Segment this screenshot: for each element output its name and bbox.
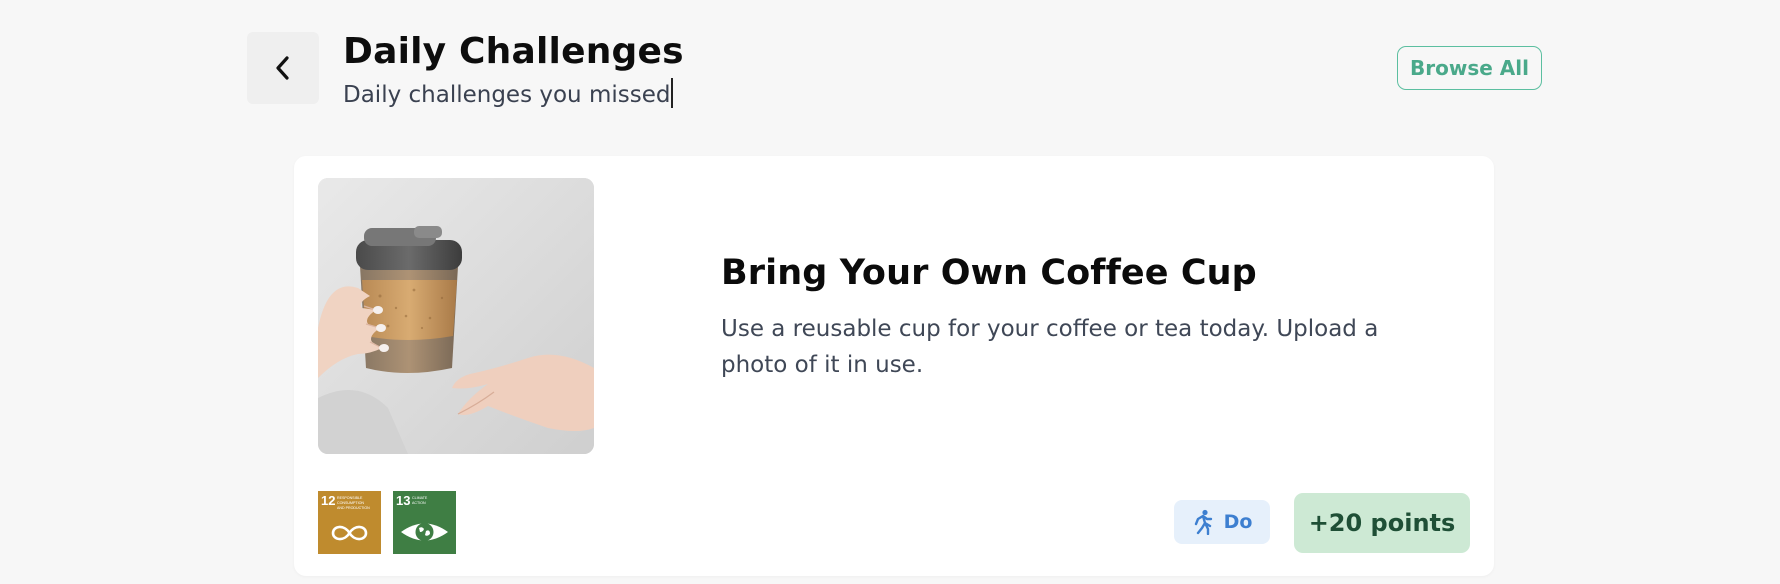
do-challenge-button[interactable]: Do xyxy=(1174,500,1270,544)
sdg-13-label-1: CLIMATE xyxy=(412,496,428,500)
sdg-12-label-3: AND PRODUCTION xyxy=(337,506,370,510)
coffee-cup-photo xyxy=(318,178,594,454)
challenge-card[interactable]: Bring Your Own Coffee Cup Use a reusable… xyxy=(294,156,1494,576)
back-button[interactable] xyxy=(247,32,319,104)
page-header: Daily Challenges Daily challenges you mi… xyxy=(247,30,1542,112)
do-label: Do xyxy=(1223,511,1253,533)
challenge-description: Use a reusable cup for your coffee or te… xyxy=(721,316,1379,378)
chevron-left-icon xyxy=(276,56,289,80)
sdg-12-number: 12 xyxy=(321,493,335,508)
page-title: Daily Challenges xyxy=(343,31,684,72)
page-subtitle: Daily challenges you missed xyxy=(343,82,671,108)
challenge-text: Bring Your Own Coffee Cup Use a reusable… xyxy=(721,251,1441,383)
browse-all-button[interactable]: Browse All xyxy=(1397,46,1542,90)
sdg-13-label-2: ACTION xyxy=(412,501,426,505)
sdg-13-number: 13 xyxy=(396,493,410,508)
page-subtitle-field[interactable]: Daily challenges you missed xyxy=(343,78,684,110)
challenge-image xyxy=(318,178,594,454)
text-cursor xyxy=(671,78,674,108)
sdg-12-badge: 12 RESPONSIBLE CONSUMPTION AND PRODUCTIO… xyxy=(318,491,381,554)
sdg-12-label-2: CONSUMPTION xyxy=(337,501,364,505)
title-block: Daily Challenges Daily challenges you mi… xyxy=(343,30,684,110)
sdg-12-label-1: RESPONSIBLE xyxy=(337,496,363,500)
challenge-title: Bring Your Own Coffee Cup xyxy=(721,253,1257,293)
points-badge: +20 points xyxy=(1294,493,1470,553)
sdg-13-badge: 13 CLIMATE ACTION xyxy=(393,491,456,554)
running-person-icon xyxy=(1194,509,1212,535)
